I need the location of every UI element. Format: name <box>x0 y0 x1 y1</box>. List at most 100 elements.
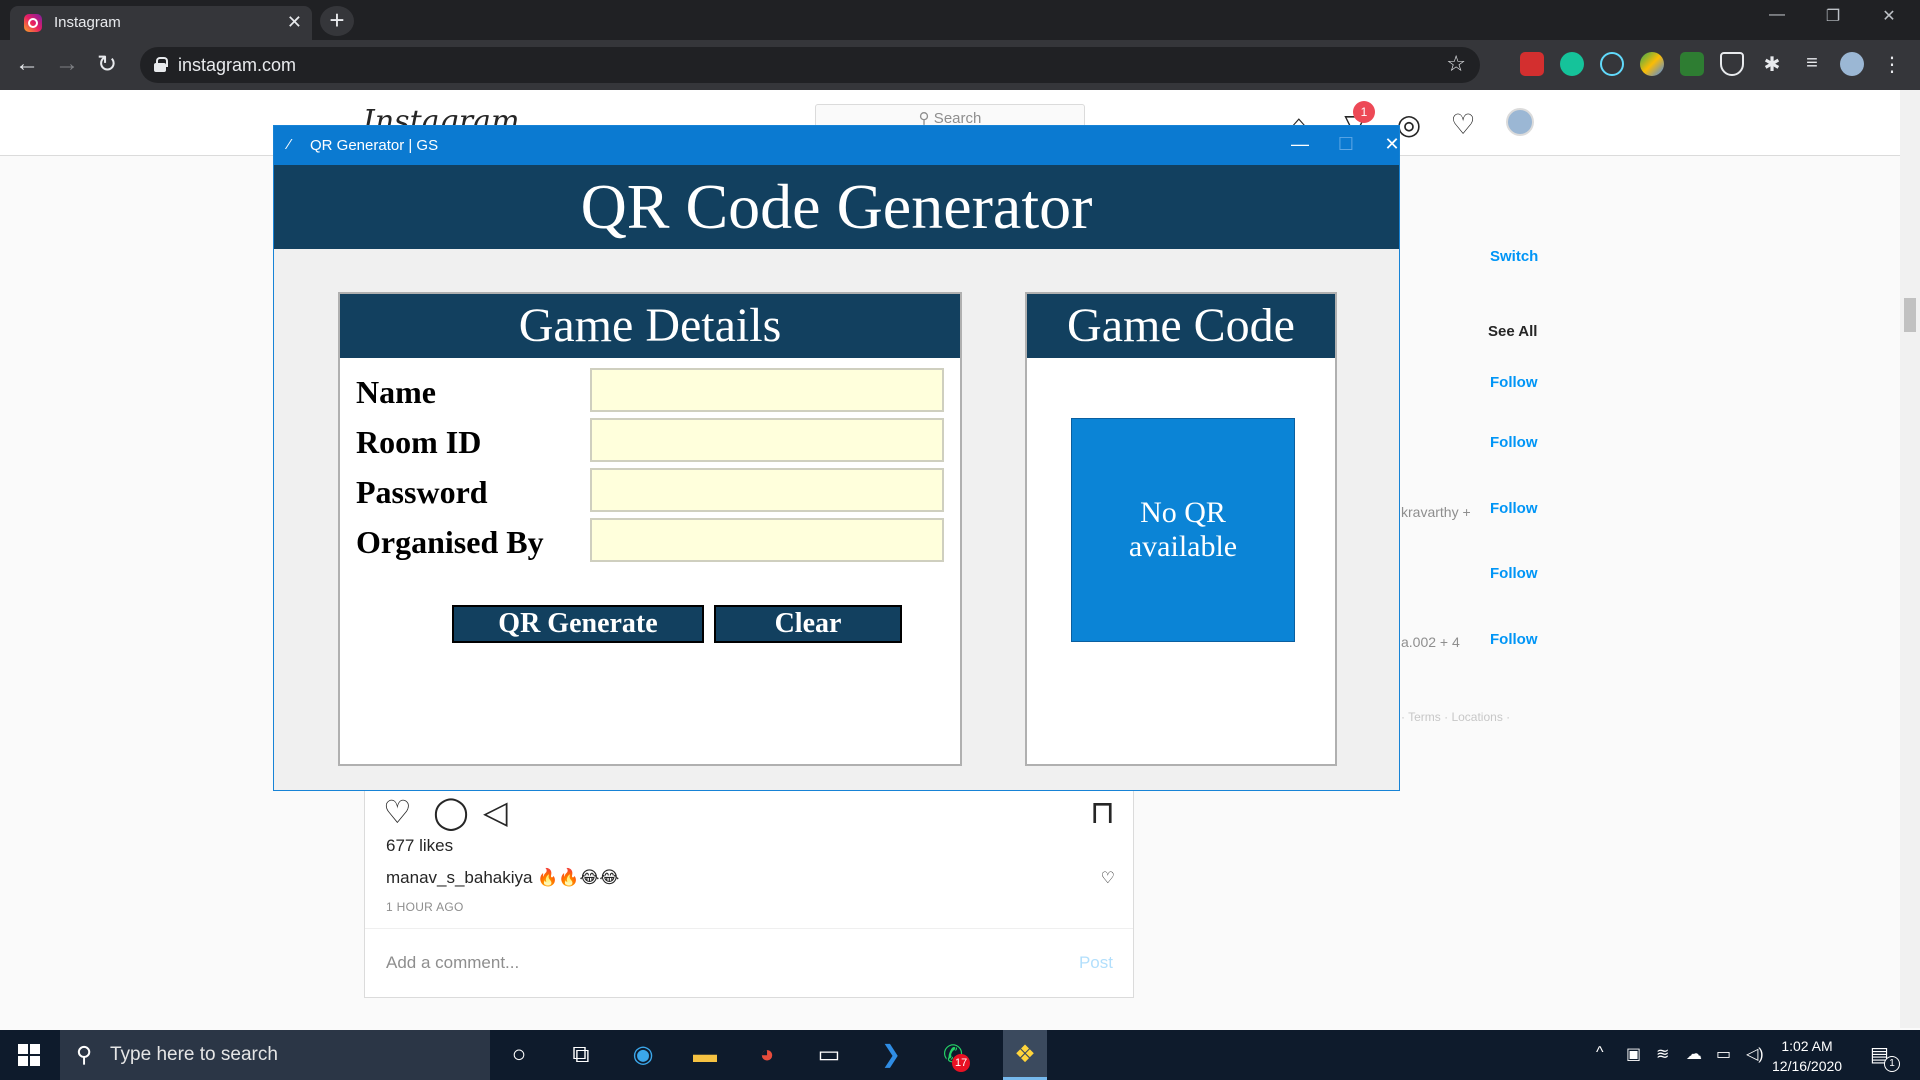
suggestion-subtitle: kravarthy + <box>1401 504 1471 520</box>
qr-generator-window: ⁄ QR Generator | GS — ☐ ✕ QR Code Genera… <box>273 125 1400 791</box>
caption-like-heart-icon[interactable]: ♡ <box>1101 868 1115 888</box>
qr-placeholder-text: No QR <box>1140 496 1226 529</box>
qr-window-title: QR Generator | GS <box>310 137 439 154</box>
grammarly-extension-icon[interactable] <box>1560 52 1584 76</box>
browser-menu-icon[interactable]: ⋮ <box>1880 52 1904 76</box>
qr-app-heading: QR Code Generator <box>274 165 1399 249</box>
browser-minimize-button[interactable]: — <box>1754 6 1800 24</box>
profile-avatar[interactable] <box>1506 108 1534 136</box>
reload-icon[interactable]: ↻ <box>92 50 122 79</box>
qr-generate-button[interactable]: QR Generate <box>452 605 704 643</box>
pdf-extension-icon[interactable] <box>1520 52 1544 76</box>
show-hidden-icons-icon[interactable]: ^ <box>1596 1044 1604 1062</box>
back-arrow-icon[interactable]: ← <box>12 50 42 78</box>
share-icon[interactable]: ◁ <box>483 796 508 828</box>
taskbar-search-placeholder: Type here to search <box>110 1044 278 1065</box>
see-all-link[interactable]: See All <box>1488 323 1537 340</box>
edge-browser-icon[interactable]: ◉ <box>627 1040 659 1070</box>
scrollbar-thumb[interactable] <box>1904 298 1916 332</box>
clear-button[interactable]: Clear <box>714 605 902 643</box>
password-input[interactable] <box>590 468 944 512</box>
taskbar-search-box[interactable]: ⚲ Type here to search <box>60 1030 490 1080</box>
follow-button[interactable]: Follow <box>1490 434 1538 451</box>
comment-icon[interactable]: ◯ <box>433 796 469 828</box>
browser-restore-button[interactable]: ❐ <box>1810 6 1856 26</box>
clock-date: 12/16/2020 <box>1772 1058 1843 1074</box>
shield-check-extension-icon[interactable] <box>1680 52 1704 76</box>
bookmark-star-icon[interactable]: ☆ <box>1446 51 1466 77</box>
battery-icon[interactable]: ▭ <box>1716 1044 1731 1064</box>
qr-maximize-button[interactable]: ☐ <box>1323 134 1369 155</box>
terminal-icon[interactable]: ▭ <box>813 1040 845 1070</box>
puzzle-extensions-icon[interactable]: ✱ <box>1760 52 1784 76</box>
browser-close-button[interactable]: ✕ <box>1866 6 1912 26</box>
qr-minimize-button[interactable]: — <box>1277 134 1323 155</box>
new-tab-button[interactable]: + <box>320 6 354 36</box>
suggestion-subtitle: a.002 + 4 <box>1401 634 1460 650</box>
instagram-post: ♡ ◯ ◁ ⊓ 677 likes manav_s_bahakiya 🔥🔥😂😂 … <box>364 788 1134 998</box>
like-heart-icon[interactable]: ♡ <box>383 796 412 828</box>
qr-placeholder-text: available <box>1128 530 1238 563</box>
taskbar-clock[interactable]: 1:02 AM 12/16/2020 <box>1772 1036 1842 1076</box>
name-input[interactable] <box>590 368 944 412</box>
follow-button[interactable]: Follow <box>1490 565 1538 582</box>
onedrive-cloud-icon[interactable]: ☁ <box>1686 1044 1702 1064</box>
game-details-title: Game Details <box>340 294 960 358</box>
windows-start-icon[interactable] <box>18 1044 40 1066</box>
game-code-panel: Game Code No QR available <box>1025 292 1337 766</box>
action-center-badge: 1 <box>1884 1056 1900 1072</box>
caption-username[interactable]: manav_s_bahakiya <box>386 868 532 887</box>
room-id-input[interactable] <box>590 418 944 462</box>
organised-by-input[interactable] <box>590 518 944 562</box>
tk-feather-icon: ⁄ <box>288 136 291 153</box>
instagram-favicon-icon <box>24 14 42 32</box>
post-comment-button[interactable]: Post <box>1079 953 1113 973</box>
comment-input[interactable]: Add a comment... <box>386 953 519 973</box>
forward-arrow-icon[interactable]: → <box>52 50 82 78</box>
organised-by-label: Organised By <box>356 524 544 560</box>
qr-close-button[interactable]: ✕ <box>1369 134 1415 155</box>
post-timestamp: 1 HOUR AGO <box>386 900 464 914</box>
post-caption: manav_s_bahakiya 🔥🔥😂😂 <box>386 868 619 888</box>
switch-account-link[interactable]: Switch <box>1490 248 1538 265</box>
follow-button[interactable]: Follow <box>1490 631 1538 648</box>
python-app-taskbar-button[interactable]: ❖ <box>1003 1030 1047 1080</box>
tab-title: Instagram <box>54 14 121 31</box>
color-extension-icon[interactable] <box>1640 52 1664 76</box>
meet-now-icon[interactable]: ▣ <box>1626 1044 1641 1064</box>
qr-code-display: No QR available <box>1071 418 1295 642</box>
game-code-title: Game Code <box>1027 294 1335 358</box>
task-view-icon[interactable]: ⧉ <box>565 1040 597 1070</box>
follow-button[interactable]: Follow <box>1490 374 1538 391</box>
volume-icon[interactable]: ◁) <box>1746 1044 1764 1064</box>
bookmark-icon[interactable]: ⊓ <box>1090 796 1115 828</box>
page-scrollbar[interactable] <box>1900 90 1920 1028</box>
shield-extension-icon[interactable] <box>1720 52 1744 76</box>
browser-tab-instagram[interactable]: Instagram ✕ <box>10 6 312 40</box>
react-devtools-icon[interactable] <box>1600 52 1624 76</box>
caption-emoji: 🔥🔥😂😂 <box>537 868 620 887</box>
room-id-label: Room ID <box>356 424 482 460</box>
address-url[interactable]: instagram.com <box>178 55 296 76</box>
chrome-browser-icon[interactable]: ◕ <box>751 1040 783 1070</box>
file-explorer-icon[interactable]: ▬ <box>689 1040 721 1070</box>
browser-toolbar: ← → ↻ instagram.com ☆ ✱ ≡ ⋮ <box>0 40 1920 90</box>
tab-close-icon[interactable]: ✕ <box>287 12 302 33</box>
name-label: Name <box>356 374 436 410</box>
password-label: Password <box>356 474 488 510</box>
footer-links[interactable]: · Terms · Locations · <box>1401 710 1510 724</box>
search-icon: ⚲ <box>76 1042 93 1067</box>
address-bar[interactable]: instagram.com ☆ <box>140 47 1480 83</box>
profile-avatar-icon[interactable] <box>1840 52 1864 76</box>
activity-heart-icon[interactable]: ♡ <box>1448 110 1478 140</box>
wifi-icon[interactable]: ≋ <box>1656 1044 1669 1064</box>
browser-tab-strip: Instagram ✕ + — ❐ ✕ <box>0 0 1920 40</box>
clock-time: 1:02 AM <box>1781 1038 1833 1054</box>
qr-window-titlebar[interactable]: ⁄ QR Generator | GS — ☐ ✕ <box>274 126 1400 165</box>
likes-count[interactable]: 677 likes <box>386 836 453 856</box>
follow-button[interactable]: Follow <box>1490 500 1538 517</box>
media-queue-icon[interactable]: ≡ <box>1800 52 1824 76</box>
vscode-icon[interactable]: ❯ <box>875 1040 907 1070</box>
notification-badge: 1 <box>1353 101 1375 123</box>
cortana-icon[interactable]: ○ <box>503 1040 535 1070</box>
